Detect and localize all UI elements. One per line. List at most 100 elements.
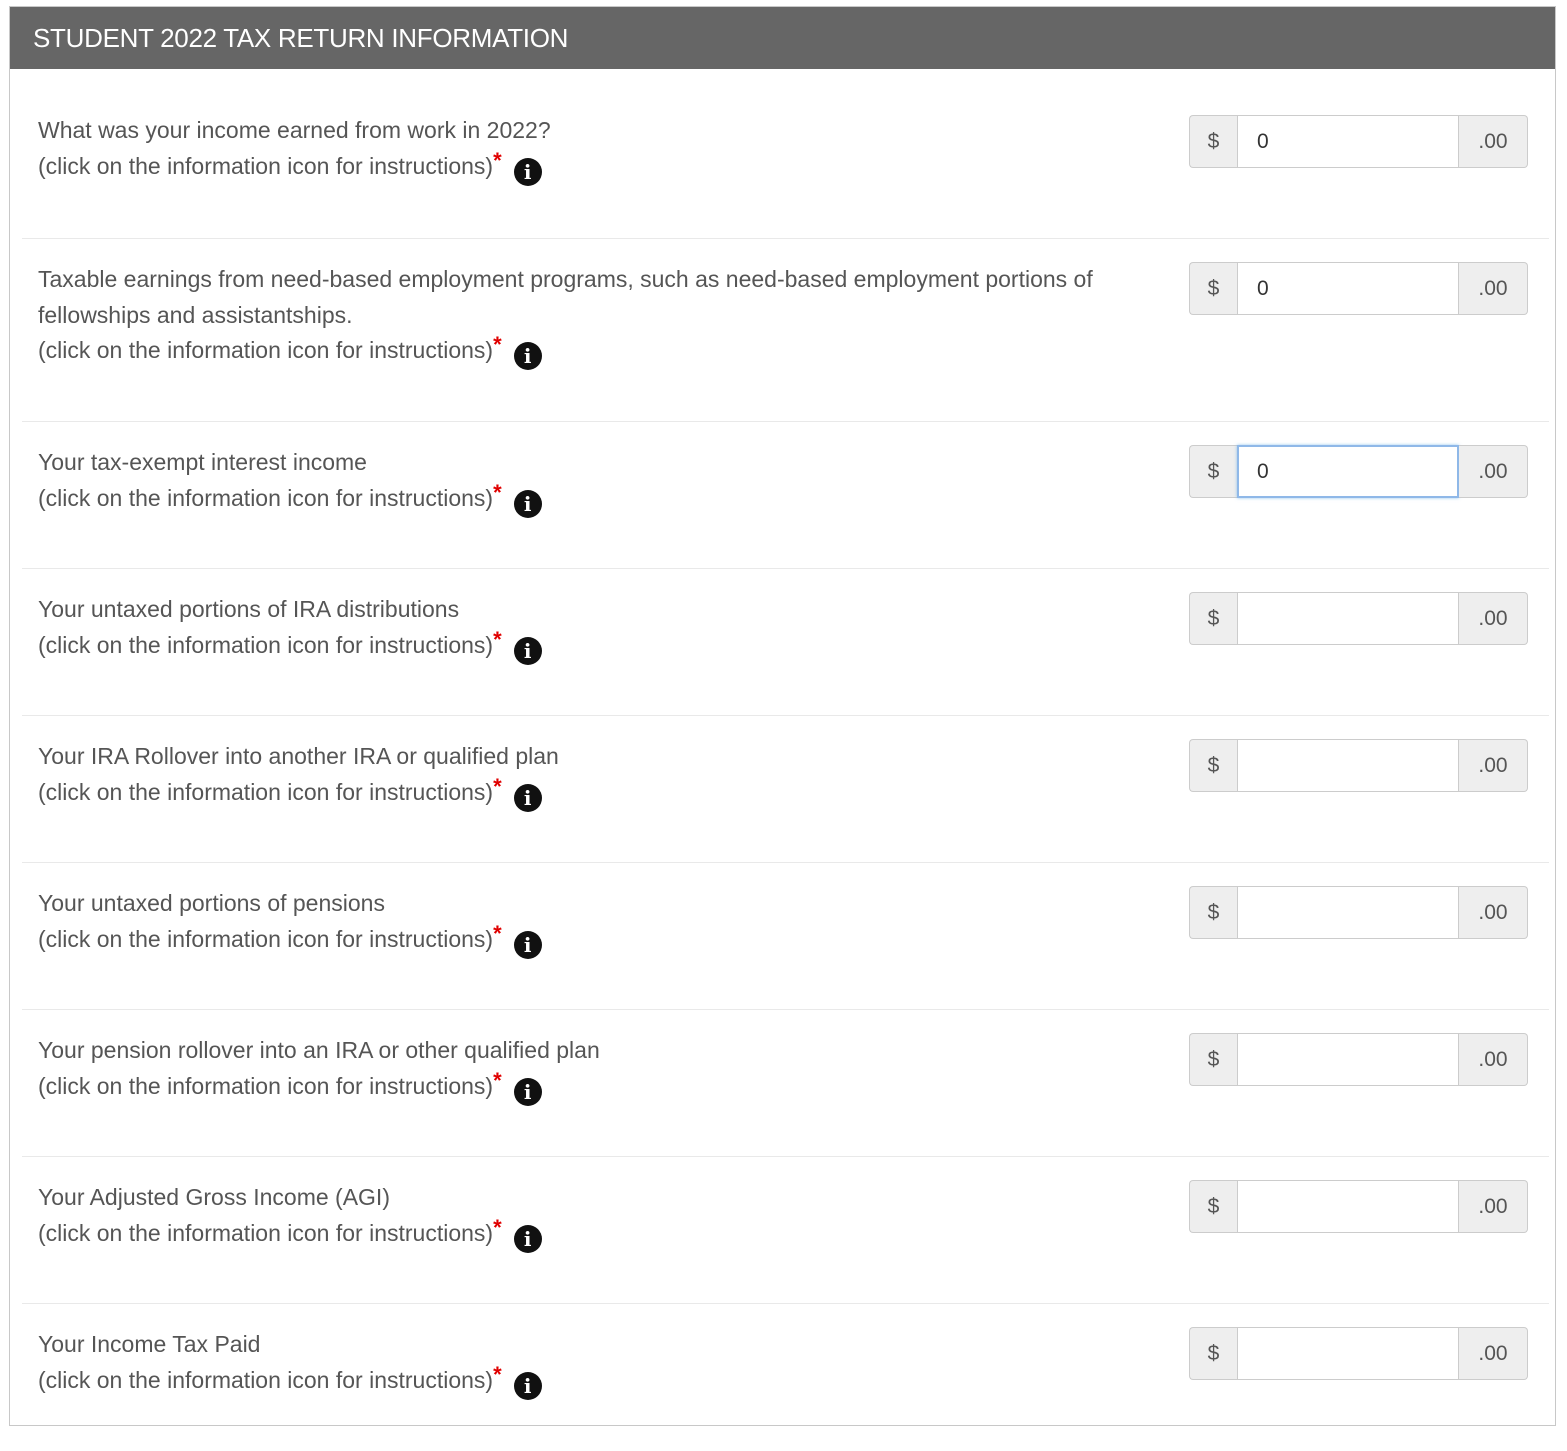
field-hint: (click on the information icon for instr… <box>38 1219 494 1246</box>
dollar-sign-addon: $ <box>1189 1327 1237 1380</box>
required-marker: * <box>493 1067 502 1093</box>
field-question: Your IRA Rollover into another IRA or qu… <box>38 743 559 769</box>
field-hint-line: (click on the information icon for instr… <box>38 332 1148 370</box>
dollar-sign-addon: $ <box>1189 115 1237 168</box>
info-icon[interactable]: i <box>513 636 542 665</box>
field-question: Your Adjusted Gross Income (AGI) <box>38 1184 390 1210</box>
form-row-untaxed-pensions: Your untaxed portions of pensions (click… <box>22 863 1549 1010</box>
field-label: Your untaxed portions of pensions (click… <box>38 886 1148 959</box>
field-hint: (click on the information icon for instr… <box>38 631 494 658</box>
info-icon[interactable]: i <box>513 342 542 370</box>
currency-input-group: $ .00 <box>1189 445 1528 498</box>
field-question: Your untaxed portions of pensions <box>38 890 385 916</box>
field-label: Your Income Tax Paid (click on the infor… <box>38 1327 1148 1400</box>
currency-input-group: $ .00 <box>1189 739 1528 792</box>
form-row-need-based-earnings: Taxable earnings from need-based employm… <box>22 239 1549 422</box>
cents-addon: .00 <box>1459 115 1528 168</box>
cents-addon: .00 <box>1459 262 1528 315</box>
currency-input-group: $ .00 <box>1189 262 1528 315</box>
cents-addon: .00 <box>1459 886 1528 939</box>
dollar-sign-addon: $ <box>1189 262 1237 315</box>
field-hint-line: (click on the information icon for instr… <box>38 1361 1148 1400</box>
field-hint-line: (click on the information icon for instr… <box>38 479 1148 518</box>
field-hint-line: (click on the information icon for instr… <box>38 1067 1148 1106</box>
tax-info-panel: STUDENT 2022 TAX RETURN INFORMATION What… <box>9 6 1556 1426</box>
form-row-work-income: What was your income earned from work in… <box>22 69 1549 239</box>
info-icon[interactable]: i <box>513 157 542 186</box>
cents-addon: .00 <box>1459 739 1528 792</box>
field-question: Taxable earnings from need-based employm… <box>38 266 1093 328</box>
currency-input-group: $ .00 <box>1189 1033 1528 1086</box>
field-hint: (click on the information icon for instr… <box>38 484 494 511</box>
field-list: What was your income earned from work in… <box>10 69 1555 1451</box>
field-question: Your Income Tax Paid <box>38 1331 261 1357</box>
info-icon[interactable]: i <box>513 489 542 518</box>
field-question: Your tax-exempt interest income <box>38 449 367 475</box>
income-tax-paid-input[interactable] <box>1237 1327 1459 1380</box>
ira-rollover-input[interactable] <box>1237 739 1459 792</box>
required-marker: * <box>493 1214 502 1240</box>
currency-input-group: $ .00 <box>1189 115 1528 168</box>
field-label: Your tax-exempt interest income (click o… <box>38 445 1148 518</box>
form-row-pension-rollover: Your pension rollover into an IRA or oth… <box>22 1010 1549 1157</box>
dollar-sign-addon: $ <box>1189 1180 1237 1233</box>
field-hint: (click on the information icon for instr… <box>38 1072 494 1099</box>
section-title: STUDENT 2022 TAX RETURN INFORMATION <box>10 7 1555 69</box>
currency-input-group: $ .00 <box>1189 1327 1528 1380</box>
field-hint: (click on the information icon for instr… <box>38 925 494 952</box>
form-row-tax-exempt-interest: Your tax-exempt interest income (click o… <box>22 422 1549 569</box>
field-hint: (click on the information icon for instr… <box>38 778 494 805</box>
field-hint-line: (click on the information icon for instr… <box>38 147 1148 186</box>
required-marker: * <box>493 920 502 946</box>
ira-distributions-input[interactable] <box>1237 592 1459 645</box>
dollar-sign-addon: $ <box>1189 739 1237 792</box>
pension-rollover-input[interactable] <box>1237 1033 1459 1086</box>
info-icon[interactable]: i <box>513 1371 542 1400</box>
required-marker: * <box>493 626 502 652</box>
field-hint-line: (click on the information icon for instr… <box>38 920 1148 959</box>
work-income-input[interactable] <box>1237 115 1459 168</box>
field-question: What was your income earned from work in… <box>38 117 551 143</box>
field-question: Your untaxed portions of IRA distributio… <box>38 596 460 622</box>
need-based-earnings-input[interactable] <box>1237 262 1459 315</box>
field-label: Your Adjusted Gross Income (AGI) (click … <box>38 1180 1148 1253</box>
field-question: Your pension rollover into an IRA or oth… <box>38 1037 600 1063</box>
info-icon[interactable]: i <box>513 930 542 959</box>
field-label: Your untaxed portions of IRA distributio… <box>38 592 1148 665</box>
field-label: Taxable earnings from need-based employm… <box>38 262 1148 370</box>
field-label: Your IRA Rollover into another IRA or qu… <box>38 739 1148 812</box>
cents-addon: .00 <box>1459 445 1528 498</box>
cents-addon: .00 <box>1459 1180 1528 1233</box>
untaxed-pensions-input[interactable] <box>1237 886 1459 939</box>
field-hint: (click on the information icon for instr… <box>38 1366 494 1393</box>
dollar-sign-addon: $ <box>1189 886 1237 939</box>
currency-input-group: $ .00 <box>1189 592 1528 645</box>
required-marker: * <box>493 1361 502 1387</box>
field-hint-line: (click on the information icon for instr… <box>38 774 1148 812</box>
form-row-ira-distributions: Your untaxed portions of IRA distributio… <box>22 569 1549 716</box>
form-row-agi: Your Adjusted Gross Income (AGI) (click … <box>22 1157 1549 1304</box>
required-marker: * <box>493 479 502 505</box>
required-marker: * <box>493 147 502 173</box>
info-icon[interactable]: i <box>513 1224 542 1253</box>
info-icon[interactable]: i <box>513 1077 542 1106</box>
dollar-sign-addon: $ <box>1189 592 1237 645</box>
field-hint-line: (click on the information icon for instr… <box>38 626 1148 665</box>
field-label: What was your income earned from work in… <box>38 113 1148 186</box>
tax-exempt-interest-input[interactable] <box>1237 445 1459 498</box>
field-hint-line: (click on the information icon for instr… <box>38 1214 1148 1253</box>
field-hint: (click on the information icon for instr… <box>38 152 494 179</box>
dollar-sign-addon: $ <box>1189 445 1237 498</box>
field-label: Your pension rollover into an IRA or oth… <box>38 1033 1148 1106</box>
cents-addon: .00 <box>1459 1327 1528 1380</box>
required-marker: * <box>493 332 502 357</box>
currency-input-group: $ .00 <box>1189 1180 1528 1233</box>
form-row-income-tax-paid: Your Income Tax Paid (click on the infor… <box>22 1304 1549 1451</box>
cents-addon: .00 <box>1459 1033 1528 1086</box>
cents-addon: .00 <box>1459 592 1528 645</box>
currency-input-group: $ .00 <box>1189 886 1528 939</box>
form-row-ira-rollover: Your IRA Rollover into another IRA or qu… <box>22 716 1549 863</box>
agi-input[interactable] <box>1237 1180 1459 1233</box>
dollar-sign-addon: $ <box>1189 1033 1237 1086</box>
info-icon[interactable]: i <box>513 783 542 812</box>
